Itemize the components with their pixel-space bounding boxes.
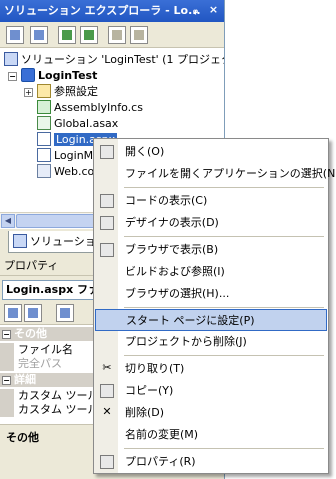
menu-separator bbox=[124, 307, 324, 308]
cs-file-icon bbox=[37, 100, 51, 114]
view-code-button[interactable] bbox=[108, 26, 126, 44]
solution-icon bbox=[4, 52, 18, 66]
menu-item-rename[interactable]: 名前の変更(M) bbox=[95, 424, 327, 446]
tree-node-file[interactable]: AssemblyInfo.cs bbox=[37, 100, 143, 116]
asax-file-icon bbox=[37, 116, 51, 130]
code-view-icon bbox=[100, 194, 114, 208]
menu-separator bbox=[124, 187, 324, 188]
cut-icon: ✂ bbox=[102, 361, 112, 374]
menu-item-browse-with[interactable]: ブラウザの選択(H)... bbox=[95, 283, 327, 305]
solution-explorer-titlebar: ソリューション エクスプローラ - Lo... ᵩ × bbox=[0, 0, 224, 22]
collapse-toggle[interactable]: − bbox=[2, 376, 11, 385]
properties-button[interactable] bbox=[6, 26, 24, 44]
aspx-file-icon bbox=[37, 148, 51, 162]
alphabetical-button[interactable] bbox=[24, 304, 42, 322]
menu-item-copy[interactable]: コピー(Y) bbox=[95, 380, 327, 402]
property-pages-button[interactable] bbox=[56, 304, 74, 322]
references-icon bbox=[37, 84, 51, 98]
browser-view-icon bbox=[100, 243, 114, 257]
config-file-icon bbox=[37, 164, 51, 178]
collapse-toggle[interactable]: − bbox=[2, 330, 11, 339]
view-designer-button[interactable] bbox=[130, 26, 148, 44]
menu-item-delete[interactable]: ✕ 削除(D) bbox=[95, 402, 327, 424]
tree-node-solution[interactable]: ソリューション 'LoginTest' (1 プロジェクト) bbox=[4, 52, 224, 68]
menu-item-view-code[interactable]: コードの表示(C) bbox=[95, 190, 327, 212]
designer-view-icon bbox=[100, 216, 114, 230]
refresh-button[interactable] bbox=[58, 26, 76, 44]
pin-icon[interactable]: ᵩ bbox=[188, 3, 203, 18]
context-menu: 開く(O) ファイルを開くアプリケーションの選択(N)... コードの表示(C)… bbox=[93, 138, 336, 474]
close-icon[interactable]: × bbox=[206, 3, 221, 18]
tree-node-project[interactable]: − LoginTest bbox=[8, 68, 97, 84]
solution-explorer-icon bbox=[13, 234, 27, 248]
open-icon bbox=[100, 145, 114, 159]
menu-item-open-with[interactable]: ファイルを開くアプリケーションの選択(N)... bbox=[95, 163, 336, 185]
menu-item-view-in-browser[interactable]: ブラウザで表示(B) bbox=[95, 239, 327, 261]
tree-node-references[interactable]: + 参照設定 bbox=[24, 84, 98, 100]
menu-item-open[interactable]: 開く(O) bbox=[95, 141, 327, 163]
menu-separator bbox=[124, 355, 324, 356]
expand-toggle[interactable]: + bbox=[24, 88, 33, 97]
nest-related-files-button[interactable] bbox=[80, 26, 98, 44]
menu-item-view-designer[interactable]: デザイナの表示(D) bbox=[95, 212, 327, 234]
menu-item-build-and-browse[interactable]: ビルドおよび参照(I) bbox=[95, 261, 327, 283]
show-all-files-button[interactable] bbox=[30, 26, 48, 44]
menu-item-properties[interactable]: プロパティ(R) bbox=[95, 451, 327, 473]
solution-explorer-toolbar bbox=[0, 22, 224, 48]
delete-icon: ✕ bbox=[102, 405, 112, 418]
tree-node-file[interactable]: Global.asax bbox=[37, 116, 118, 132]
copy-icon bbox=[100, 384, 114, 398]
menu-separator bbox=[124, 236, 324, 237]
menu-item-cut[interactable]: ✂ 切り取り(T) bbox=[95, 358, 327, 380]
scroll-left-icon[interactable]: ◀ bbox=[1, 214, 15, 228]
properties-icon bbox=[100, 455, 114, 469]
aspx-file-icon bbox=[37, 132, 51, 146]
menu-separator bbox=[124, 448, 324, 449]
categorized-button[interactable] bbox=[4, 304, 22, 322]
menu-item-exclude-from-project[interactable]: プロジェクトから削除(J) bbox=[95, 331, 327, 353]
project-icon bbox=[21, 68, 35, 82]
collapse-toggle[interactable]: − bbox=[8, 72, 17, 81]
solution-explorer-title: ソリューション エクスプローラ - Lo... bbox=[4, 4, 201, 17]
menu-item-set-as-start-page[interactable]: スタート ページに設定(P) bbox=[95, 309, 327, 331]
